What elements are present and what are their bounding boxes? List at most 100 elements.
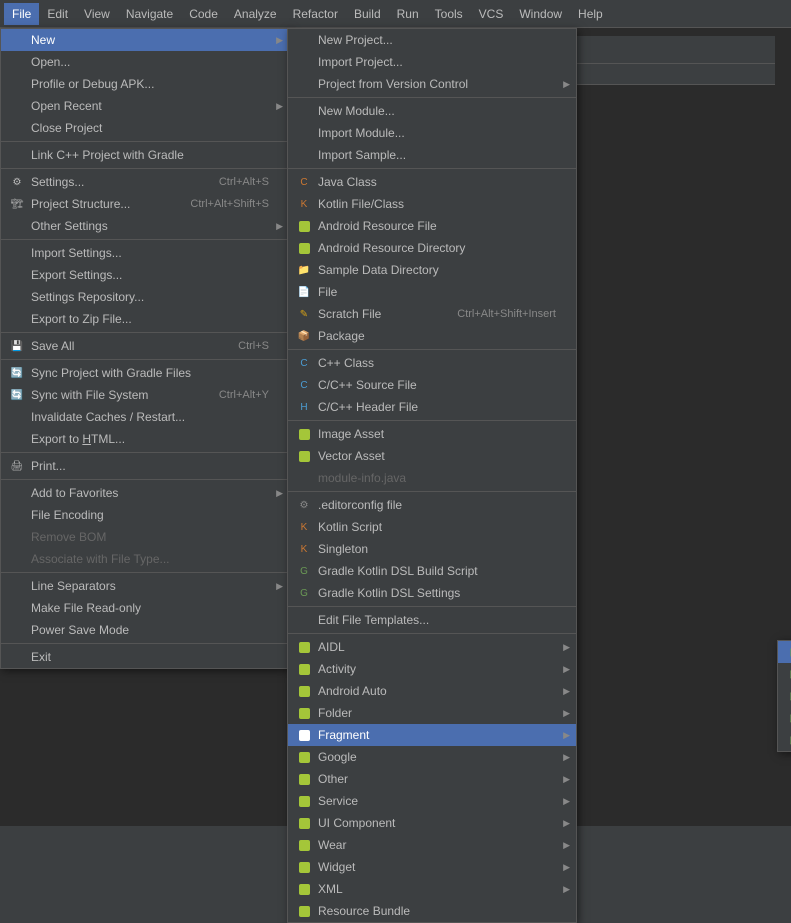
file-menu-close-project[interactable]: Close Project <box>1 117 289 139</box>
file-menu-print[interactable]: 🖨 Print... <box>1 455 289 477</box>
menu-refactor[interactable]: Refactor <box>285 3 346 25</box>
new-menu-xml[interactable]: XML <box>288 878 576 900</box>
cpp-class-icon: C <box>296 355 312 371</box>
new-menu-gradle-kotlin-build[interactable]: G Gradle Kotlin DSL Build Script <box>288 560 576 582</box>
file-menu-sync-gradle[interactable]: 🔄 Sync Project with Gradle Files <box>1 362 289 384</box>
new-menu-kotlin-script[interactable]: K Kotlin Script <box>288 516 576 538</box>
menu-vcs[interactable]: VCS <box>471 3 512 25</box>
new-menu-aidl[interactable]: AIDL <box>288 636 576 658</box>
file-menu-open[interactable]: Open... <box>1 51 289 73</box>
android-res-dir-icon <box>296 240 312 256</box>
new-sep-1 <box>288 97 576 98</box>
file-menu-file-encoding[interactable]: File Encoding <box>1 504 289 526</box>
file-menu-project-structure[interactable]: 🏗 Project Structure... Ctrl+Alt+Shift+S <box>1 193 289 215</box>
file-menu-line-separators[interactable]: Line Separators <box>1 575 289 597</box>
singleton-icon: K <box>296 541 312 557</box>
new-menu-editorconfig[interactable]: ⚙ .editorconfig file <box>288 494 576 516</box>
power-save-icon <box>9 622 25 638</box>
file-menu-import-settings[interactable]: Import Settings... <box>1 242 289 264</box>
new-menu-sample-data-dir[interactable]: 📁 Sample Data Directory <box>288 259 576 281</box>
file-menu-sync-fs[interactable]: 🔄 Sync with File System Ctrl+Alt+Y <box>1 384 289 406</box>
menu-view[interactable]: View <box>76 3 118 25</box>
file-menu-export-html[interactable]: Export to HTML... <box>1 428 289 450</box>
menu-file[interactable]: File <box>4 3 39 25</box>
new-menu-resource-bundle[interactable]: Resource Bundle <box>288 900 576 922</box>
new-menu-fragment[interactable]: Fragment <box>288 724 576 746</box>
new-menu-cpp-source[interactable]: C C/C++ Source File <box>288 374 576 396</box>
new-menu-activity[interactable]: Activity <box>288 658 576 680</box>
new-menu-import-sample[interactable]: Import Sample... <box>288 144 576 166</box>
menu-edit[interactable]: Edit <box>39 3 76 25</box>
file-menu-power-save[interactable]: Power Save Mode <box>1 619 289 641</box>
new-menu-java-class[interactable]: C Java Class <box>288 171 576 193</box>
new-menu-widget[interactable]: Widget <box>288 856 576 878</box>
new-menu-google[interactable]: Google <box>288 746 576 768</box>
file-menu-open-recent[interactable]: Open Recent <box>1 95 289 117</box>
file-menu-other-settings[interactable]: Other Settings <box>1 215 289 237</box>
profile-icon <box>9 76 25 92</box>
new-menu-android-auto[interactable]: Android Auto <box>288 680 576 702</box>
new-menu-other[interactable]: Other <box>288 768 576 790</box>
new-menu-wear[interactable]: Wear <box>288 834 576 856</box>
menu-window[interactable]: Window <box>511 3 570 25</box>
new-menu-vector-asset[interactable]: Vector Asset <box>288 445 576 467</box>
menu-build[interactable]: Build <box>346 3 389 25</box>
new-menu-ui-component[interactable]: UI Component <box>288 812 576 834</box>
new-menu-cpp-header[interactable]: H C/C++ Header File <box>288 396 576 418</box>
exit-icon <box>9 649 25 665</box>
menu-code[interactable]: Code <box>181 3 226 25</box>
file-menu-make-read-only[interactable]: Make File Read-only <box>1 597 289 619</box>
edit-templates-icon <box>296 612 312 628</box>
new-sep-7 <box>288 633 576 634</box>
fragment-viewmodel[interactable]: ▣ Fragment (with ViewModel) <box>778 685 791 707</box>
file-menu-settings-repository[interactable]: Settings Repository... <box>1 286 289 308</box>
service-icon <box>296 793 312 809</box>
fragment-plus1[interactable]: ▣ Fragment (with a +1 button) <box>778 707 791 729</box>
file-menu-settings[interactable]: ⚙ Settings... Ctrl+Alt+S <box>1 171 289 193</box>
file-menu-link-cpp[interactable]: Link C++ Project with Gradle <box>1 144 289 166</box>
new-menu-cpp-class[interactable]: C C++ Class <box>288 352 576 374</box>
new-menu-image-asset[interactable]: Image Asset <box>288 423 576 445</box>
new-menu-file[interactable]: 📄 File <box>288 281 576 303</box>
encoding-icon <box>9 507 25 523</box>
kotlin-class-icon: K <box>296 196 312 212</box>
new-menu-new-module[interactable]: New Module... <box>288 100 576 122</box>
new-menu-folder[interactable]: Folder <box>288 702 576 724</box>
menu-tools[interactable]: Tools <box>427 3 471 25</box>
gradle-settings-icon: G <box>296 585 312 601</box>
menu-run[interactable]: Run <box>389 3 427 25</box>
file-menu-new[interactable]: New <box>1 29 289 51</box>
new-menu-package[interactable]: 📦 Package <box>288 325 576 347</box>
separator-5 <box>1 359 289 360</box>
new-menu-edit-templates[interactable]: Edit File Templates... <box>288 609 576 631</box>
file-menu-export-settings[interactable]: Export Settings... <box>1 264 289 286</box>
fragment-blank[interactable]: ▣ Fragment (Blank) <box>778 641 791 663</box>
menu-navigate[interactable]: Navigate <box>118 3 181 25</box>
new-menu-singleton[interactable]: K Singleton <box>288 538 576 560</box>
new-menu-kotlin-class[interactable]: K Kotlin File/Class <box>288 193 576 215</box>
new-menu-import-module[interactable]: Import Module... <box>288 122 576 144</box>
settings-icon: ⚙ <box>9 174 25 190</box>
fragment-list[interactable]: ▣ Fragment (List) <box>778 663 791 685</box>
new-menu-import-project[interactable]: Import Project... <box>288 51 576 73</box>
file-menu-invalidate-caches[interactable]: Invalidate Caches / Restart... <box>1 406 289 428</box>
new-menu-new-project[interactable]: New Project... <box>288 29 576 51</box>
new-menu-android-resource-file[interactable]: Android Resource File <box>288 215 576 237</box>
fragment-modal-bottom[interactable]: ▣ Modal Bottom Sheet <box>778 729 791 751</box>
fragment-modal-icon: ▣ <box>786 732 791 748</box>
file-menu-add-favorites[interactable]: Add to Favorites <box>1 482 289 504</box>
file-menu-save-all[interactable]: 💾 Save All Ctrl+S <box>1 335 289 357</box>
new-menu-gradle-kotlin-settings[interactable]: G Gradle Kotlin DSL Settings <box>288 582 576 604</box>
new-menu-android-resource-dir[interactable]: Android Resource Directory <box>288 237 576 259</box>
file-menu-export-zip[interactable]: Export to Zip File... <box>1 308 289 330</box>
file-menu-profile-apk[interactable]: Profile or Debug APK... <box>1 73 289 95</box>
file-menu-exit[interactable]: Exit <box>1 646 289 668</box>
menu-help[interactable]: Help <box>570 3 611 25</box>
menu-analyze[interactable]: Analyze <box>226 3 285 25</box>
xml-icon <box>296 881 312 897</box>
new-menu-scratch-file[interactable]: ✎ Scratch File Ctrl+Alt+Shift+Insert <box>288 303 576 325</box>
import-module-icon <box>296 125 312 141</box>
new-menu-service[interactable]: Service <box>288 790 576 812</box>
new-menu-vcs[interactable]: Project from Version Control <box>288 73 576 95</box>
cpp-source-icon: C <box>296 377 312 393</box>
